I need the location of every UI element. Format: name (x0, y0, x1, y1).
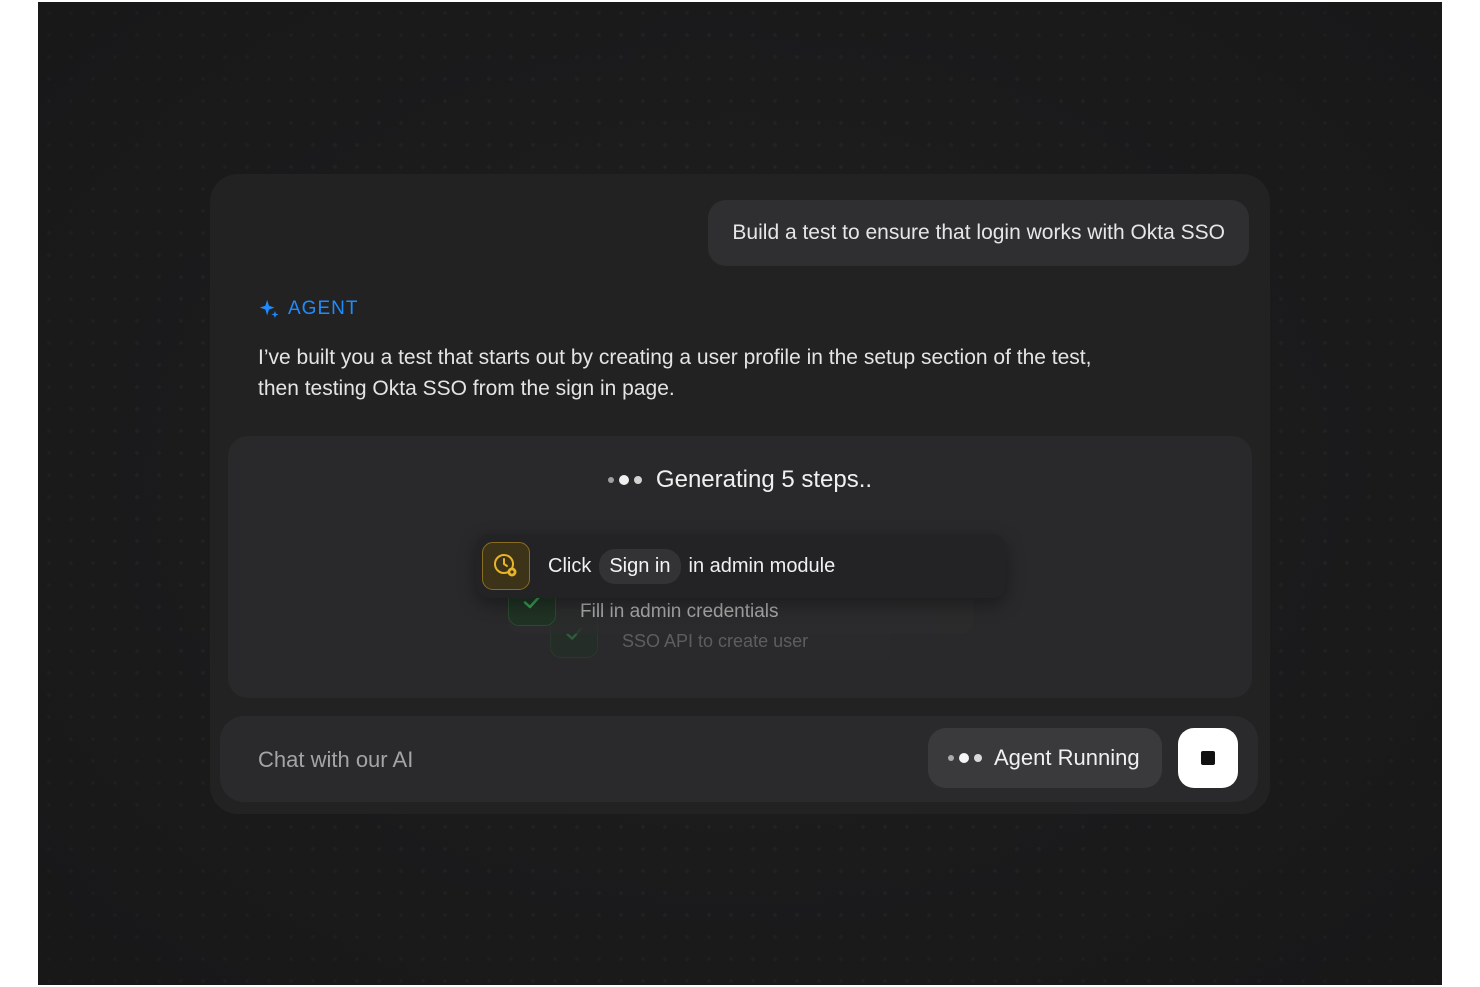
generation-status-text: Generating 5 steps.. (655, 466, 873, 493)
agent-label: AGENT (258, 298, 358, 320)
chat-panel: Build a test to ensure that login works … (210, 174, 1270, 814)
agent-label-text: AGENT (288, 298, 359, 319)
stop-icon (1201, 751, 1215, 765)
step-context: in admin module (688, 554, 836, 577)
clock-gear-icon (482, 542, 530, 590)
sparkle-icon (259, 299, 279, 319)
step-item-1: Click Sign in in admin module (476, 534, 1006, 598)
chat-input[interactable] (256, 742, 860, 778)
step-target-chip: Sign in (599, 548, 681, 584)
user-message-bubble: Build a test to ensure that login works … (708, 200, 1249, 266)
loading-dots-icon (948, 753, 982, 763)
agent-message: I’ve built you a test that starts out by… (258, 346, 1092, 400)
step-text: Click Sign in in admin module (548, 548, 836, 584)
agent-running-indicator: Agent Running (928, 728, 1162, 788)
agent-running-label: Agent Running (994, 745, 1140, 770)
generation-card: Generating 5 steps.. SSO API to create u… (228, 436, 1252, 698)
stop-button[interactable] (1178, 728, 1238, 788)
chat-composer: Agent Running (220, 716, 1258, 802)
step-action: Click (548, 554, 592, 577)
user-message-text: Build a test to ensure that login works … (732, 221, 1225, 244)
loading-dots-icon (607, 475, 642, 485)
step-text: Fill in admin credentials (580, 601, 779, 622)
app-background: Build a test to ensure that login works … (38, 2, 1442, 985)
generation-status: Generating 5 steps.. (228, 466, 1252, 494)
